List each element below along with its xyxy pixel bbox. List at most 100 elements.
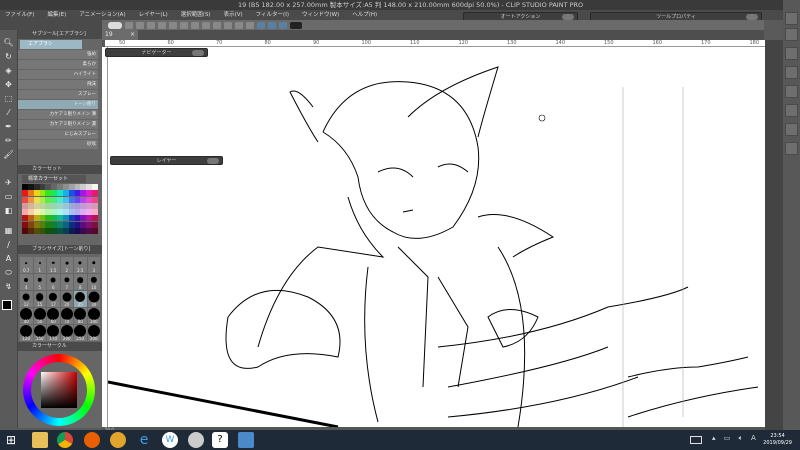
panel-icon[interactable]	[785, 85, 798, 98]
color-swatch[interactable]	[92, 209, 98, 215]
brush-size-cell[interactable]: 2	[60, 257, 73, 273]
snap-special-ruler-icon[interactable]	[268, 21, 276, 29]
chrome-icon[interactable]	[57, 432, 73, 448]
subtool-item[interactable]: 強め	[18, 50, 98, 60]
brush-size-cell[interactable]: 0.7	[20, 257, 33, 273]
subtool-item[interactable]: ハイライト	[18, 70, 98, 80]
snap-grid-icon[interactable]	[279, 21, 287, 29]
layer-panel-bar[interactable]: レイヤー	[110, 156, 223, 165]
drawing-canvas[interactable]	[108, 47, 765, 427]
brush-size-cell[interactable]: 30	[87, 291, 100, 307]
color-swatch[interactable]	[92, 196, 98, 203]
brush-size-cell[interactable]: 2.5	[74, 257, 87, 273]
subtool-item[interactable]: 柔らか	[18, 60, 98, 70]
brush-size-cell[interactable]: 1	[33, 257, 46, 273]
brush-size-cell[interactable]: 40	[20, 308, 33, 324]
snap-ruler-icon[interactable]	[257, 21, 265, 29]
new-icon[interactable]	[125, 21, 133, 29]
brush-size-cell[interactable]: 150	[33, 325, 46, 341]
main-color-swatch[interactable]	[2, 300, 12, 310]
save-icon[interactable]	[147, 21, 155, 29]
clock[interactable]: 23:54 2019/09/29	[763, 433, 792, 447]
subtool-item[interactable]: にじみスプレー	[18, 130, 98, 140]
brush-size-cell[interactable]: 1.5	[47, 257, 60, 273]
brush-tool-icon[interactable]: 🖌︎	[3, 150, 14, 160]
select-all-icon[interactable]	[191, 21, 199, 29]
subtool-group-tab[interactable]: エアブラシ	[20, 40, 82, 49]
start-icon[interactable]: ⊞	[6, 432, 22, 448]
clip-studio-icon[interactable]: ?	[212, 432, 228, 448]
fill-icon[interactable]	[202, 21, 210, 29]
copy-icon[interactable]	[235, 21, 243, 29]
move-tool-icon[interactable]: ↻	[3, 52, 14, 62]
clip-studio-icon[interactable]	[108, 21, 122, 29]
color-swatch[interactable]	[92, 221, 98, 228]
menu-window[interactable]: ウィンドウ(W)	[297, 10, 347, 20]
brush-size-cell[interactable]: 10	[87, 274, 100, 290]
color-swatches[interactable]	[22, 184, 98, 234]
subtool-item[interactable]: カケアミ削りメイン 薄	[18, 110, 98, 120]
menu-help[interactable]: ヘルプ(H)	[347, 10, 385, 20]
color-swatch[interactable]	[92, 190, 98, 197]
panel-icon[interactable]	[785, 66, 798, 79]
brush-size-cell[interactable]: 70	[60, 308, 73, 324]
pen-tool-icon[interactable]: ✒	[3, 122, 14, 132]
subtool-item[interactable]: 砂埃	[18, 140, 98, 150]
move-layer-tool-icon[interactable]: ✥	[3, 80, 14, 90]
tray-icons[interactable]: ▴ ▭ 🔈︎ A	[712, 434, 759, 443]
panel-icon[interactable]	[785, 12, 798, 25]
open-icon[interactable]	[136, 21, 144, 29]
navigator-panel-bar[interactable]: ナビゲーター	[105, 48, 208, 57]
deselect-icon[interactable]	[180, 21, 188, 29]
close-icon[interactable]: ×	[130, 30, 135, 40]
subtool-item-selected[interactable]: トーン削り	[18, 100, 98, 110]
subtool-item[interactable]: 飛沫	[18, 80, 98, 90]
menu-file[interactable]: ファイル(F)	[0, 10, 42, 20]
menu-edit[interactable]: 編集(E)	[42, 10, 74, 20]
airbrush-tool-icon[interactable]: ✈	[3, 178, 14, 188]
menu-layer[interactable]: レイヤー(L)	[134, 10, 176, 20]
firefox-icon[interactable]	[84, 432, 100, 448]
hue-ring[interactable]	[23, 354, 95, 426]
menu-view[interactable]: 表示(V)	[219, 10, 251, 20]
spiral-app-icon[interactable]	[188, 432, 204, 448]
menu-filter[interactable]: フィルター(I)	[251, 10, 297, 20]
panel-icon[interactable]	[785, 28, 798, 41]
help-icon[interactable]	[290, 21, 302, 29]
brush-size-cell[interactable]: 80	[74, 308, 87, 324]
eyedropper-tool-icon[interactable]: ⁄	[3, 108, 14, 118]
correct-line-tool-icon[interactable]: ↯	[3, 282, 14, 292]
brush-size-cell[interactable]: 17	[47, 291, 60, 307]
panel-buttons[interactable]	[192, 50, 204, 56]
panel-icon[interactable]	[785, 47, 798, 60]
subtool-item[interactable]: カケアミ削りメイン 濃	[18, 120, 98, 130]
figure-tool-icon[interactable]: ∕	[3, 240, 14, 250]
brush-size-cell[interactable]: 170	[47, 325, 60, 341]
clear-icon[interactable]	[224, 21, 232, 29]
gradient-tool-icon[interactable]: ▦	[3, 226, 14, 236]
brush-size-cell[interactable]: 250	[74, 325, 87, 341]
menu-animation[interactable]: アニメーション(A)	[74, 10, 133, 20]
brush-size-cell[interactable]: 15	[33, 291, 46, 307]
brush-size-cell[interactable]: 50	[33, 308, 46, 324]
selection-tool-icon[interactable]: ⬚	[3, 94, 14, 104]
balloon-tool-icon[interactable]: ⬭	[3, 268, 14, 278]
brush-size-cell[interactable]: 200	[60, 325, 73, 341]
brush-size-cell[interactable]: 12	[20, 291, 33, 307]
color-swatch[interactable]	[92, 227, 98, 234]
brush-size-cell[interactable]: 100	[87, 308, 100, 324]
keyboard-icon[interactable]	[690, 436, 702, 444]
internet-explorer-icon[interactable]: e	[136, 432, 152, 448]
panel-icon[interactable]	[785, 142, 798, 155]
brush-size-cell[interactable]: 8	[74, 274, 87, 290]
file-explorer-icon[interactable]	[32, 432, 48, 448]
color-set-dropdown[interactable]: 標準カラーセット	[22, 175, 86, 183]
document-tab[interactable]: 19 ×	[102, 30, 138, 40]
color-swatch[interactable]	[92, 202, 98, 209]
pencil-tool-icon[interactable]: ✏	[3, 136, 14, 146]
panel-buttons[interactable]	[207, 158, 219, 164]
subtool-item[interactable]: スプレー	[18, 90, 98, 100]
fill-tool-icon[interactable]: ◧	[3, 206, 14, 216]
brush-size-cell[interactable]: 25	[74, 291, 87, 307]
panel-icon[interactable]	[785, 123, 798, 136]
